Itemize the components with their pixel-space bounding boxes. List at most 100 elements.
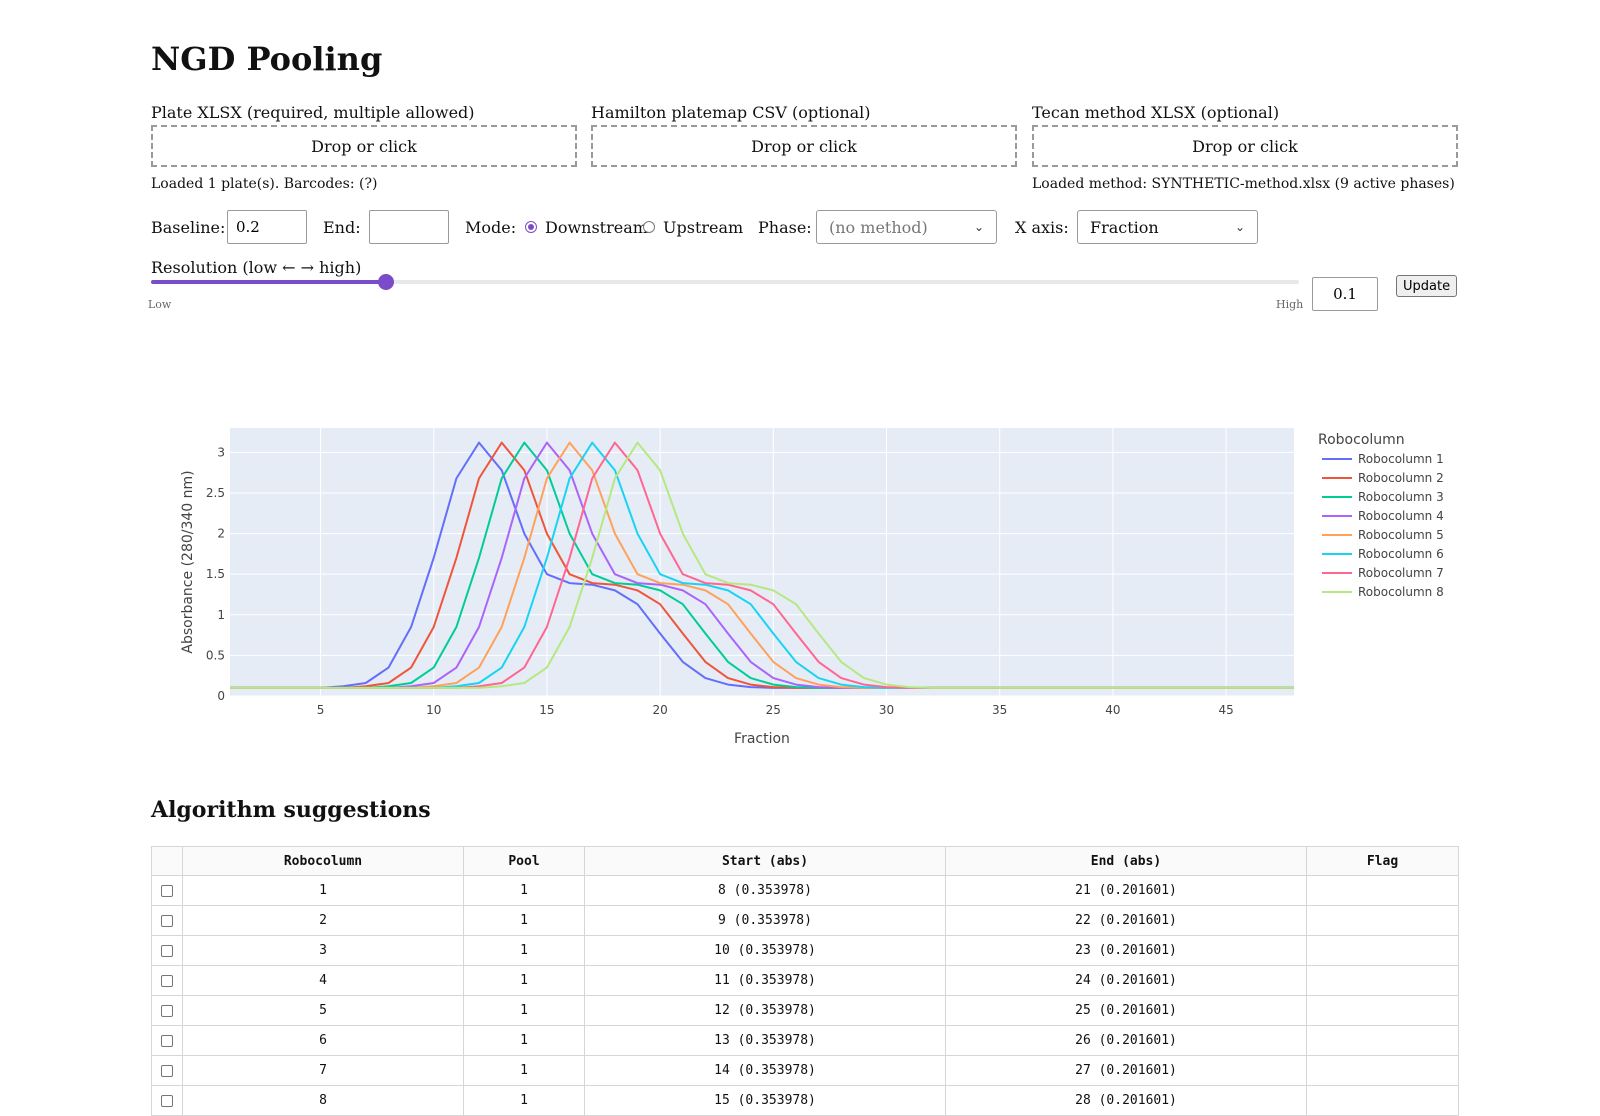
column-header-end[interactable]: End (abs) (945, 846, 1307, 876)
legend-entry: Robocolumn 2 (1358, 471, 1444, 485)
flag-cell (1306, 965, 1459, 996)
select-column-header (151, 846, 183, 876)
x-axis-label: Fraction (734, 731, 790, 747)
y-tick-label: 0.5 (206, 648, 225, 662)
pool-cell: 1 (463, 1025, 585, 1056)
flag-cell (1306, 1055, 1459, 1086)
x-tick-label: 5 (317, 703, 325, 717)
flag-cell (1306, 995, 1459, 1026)
start-cell: 13 (0.353978) (584, 1025, 946, 1056)
legend-entry: Robocolumn 6 (1358, 547, 1444, 561)
start-cell: 8 (0.353978) (584, 875, 946, 906)
row-select-checkbox[interactable] (161, 1064, 173, 1077)
y-tick-label: 1.5 (206, 567, 225, 581)
robocolumn-cell: 7 (182, 1055, 464, 1086)
robocolumn-cell: 3 (182, 935, 464, 966)
x-tick-label: 35 (992, 703, 1007, 717)
table-header-row: Robocolumn Pool Start (abs) End (abs) Fl… (151, 846, 1459, 876)
row-select-checkbox[interactable] (161, 884, 173, 897)
x-tick-label: 40 (1105, 703, 1120, 717)
table-row[interactable]: 5 1 12 (0.353978) 25 (0.201601) (151, 995, 1459, 1026)
end-cell: 28 (0.201601) (945, 1085, 1307, 1116)
start-cell: 10 (0.353978) (584, 935, 946, 966)
row-select-cell (151, 965, 183, 996)
x-tick-label: 15 (539, 703, 554, 717)
column-header-robocolumn[interactable]: Robocolumn (182, 846, 464, 876)
row-select-cell (151, 1025, 183, 1056)
suggestions-table: Robocolumn Pool Start (abs) End (abs) Fl… (151, 846, 1459, 1116)
y-tick-label: 3 (217, 445, 225, 459)
row-select-checkbox[interactable] (161, 1004, 173, 1017)
x-tick-label: 10 (426, 703, 441, 717)
row-select-cell (151, 1085, 183, 1116)
start-cell: 12 (0.353978) (584, 995, 946, 1026)
start-cell: 9 (0.353978) (584, 905, 946, 936)
robocolumn-cell: 8 (182, 1085, 464, 1116)
y-axis-label: Absorbance (280/340 nm) (180, 470, 196, 653)
y-tick-label: 1 (217, 608, 225, 622)
legend-entry: Robocolumn 5 (1358, 528, 1444, 542)
flag-cell (1306, 1025, 1459, 1056)
row-select-checkbox[interactable] (161, 1094, 173, 1107)
end-cell: 26 (0.201601) (945, 1025, 1307, 1056)
flag-cell (1306, 905, 1459, 936)
legend-entry: Robocolumn 8 (1358, 585, 1444, 599)
suggestions-title: Algorithm suggestions (151, 797, 431, 823)
end-cell: 27 (0.201601) (945, 1055, 1307, 1086)
row-select-checkbox[interactable] (161, 974, 173, 987)
column-header-pool[interactable]: Pool (463, 846, 585, 876)
table-row[interactable]: 118 (0.353978) 21 (0.201601) (151, 875, 1459, 906)
column-header-start[interactable]: Start (abs) (584, 846, 946, 876)
legend-title: Robocolumn (1318, 432, 1405, 448)
end-cell: 24 (0.201601) (945, 965, 1307, 996)
table-row[interactable]: 4 1 11 (0.353978) 24 (0.201601) (151, 965, 1459, 996)
x-tick-label: 30 (879, 703, 894, 717)
robocolumn-cell: 6 (182, 1025, 464, 1056)
end-cell: 21 (0.201601) (945, 875, 1307, 906)
pool-cell: 1 (463, 935, 585, 966)
table-row[interactable]: 3 1 10 (0.353978) 23 (0.201601) (151, 935, 1459, 966)
x-tick-label: 25 (766, 703, 781, 717)
row-select-checkbox[interactable] (161, 1034, 173, 1047)
end-cell: 25 (0.201601) (945, 995, 1307, 1026)
robocolumn-cell: 1 (182, 875, 464, 906)
start-cell: 15 (0.353978) (584, 1085, 946, 1116)
y-tick-label: 2 (217, 527, 225, 541)
column-header-flag[interactable]: Flag (1306, 846, 1459, 876)
row-select-cell (151, 875, 183, 906)
legend-entry: Robocolumn 1 (1358, 452, 1444, 466)
row-select-checkbox[interactable] (161, 944, 173, 957)
pool-cell: 1 (463, 1085, 585, 1116)
robocolumn-cell: 5 (182, 995, 464, 1026)
row-select-cell (151, 995, 183, 1026)
x-tick-label: 20 (652, 703, 667, 717)
legend-entry: Robocolumn 7 (1358, 566, 1444, 580)
table-row[interactable]: 219 (0.353978) 22 (0.201601) (151, 905, 1459, 936)
row-select-cell (151, 1055, 183, 1086)
table-row[interactable]: 6 1 13 (0.353978) 26 (0.201601) (151, 1025, 1459, 1056)
flag-cell (1306, 1085, 1459, 1116)
absorbance-chart: 5 10 15 20 25 30 35 40 45 0 0.5 1 1.5 2 2.5 3 Fraction Ab… (180, 428, 1444, 747)
start-cell: 11 (0.353978) (584, 965, 946, 996)
pool-cell: 1 (463, 875, 585, 906)
start-cell: 14 (0.353978) (584, 1055, 946, 1086)
robocolumn-cell: 2 (182, 905, 464, 936)
flag-cell (1306, 935, 1459, 966)
y-tick-label: 0 (217, 689, 225, 703)
flag-cell (1306, 875, 1459, 906)
legend-entry: Robocolumn 4 (1358, 509, 1444, 523)
row-select-cell (151, 935, 183, 966)
pool-cell: 1 (463, 1055, 585, 1086)
table-row[interactable]: 7 1 14 (0.353978) 27 (0.201601) (151, 1055, 1459, 1086)
row-select-checkbox[interactable] (161, 914, 173, 927)
table-row[interactable]: 8 1 15 (0.353978) 28 (0.201601) (151, 1085, 1459, 1116)
pool-cell: 1 (463, 905, 585, 936)
x-tick-label: 45 (1218, 703, 1233, 717)
row-select-cell (151, 905, 183, 936)
suggestions-table-body: 118 (0.353978) 21 (0.201601) 2 1 9 (0.353978… (151, 875, 1459, 1116)
robocolumn-cell: 4 (182, 965, 464, 996)
y-tick-label: 2.5 (206, 486, 225, 500)
pool-cell: 1 (463, 995, 585, 1026)
legend-entry: Robocolumn 3 (1358, 490, 1444, 504)
pool-cell: 1 (463, 965, 585, 996)
